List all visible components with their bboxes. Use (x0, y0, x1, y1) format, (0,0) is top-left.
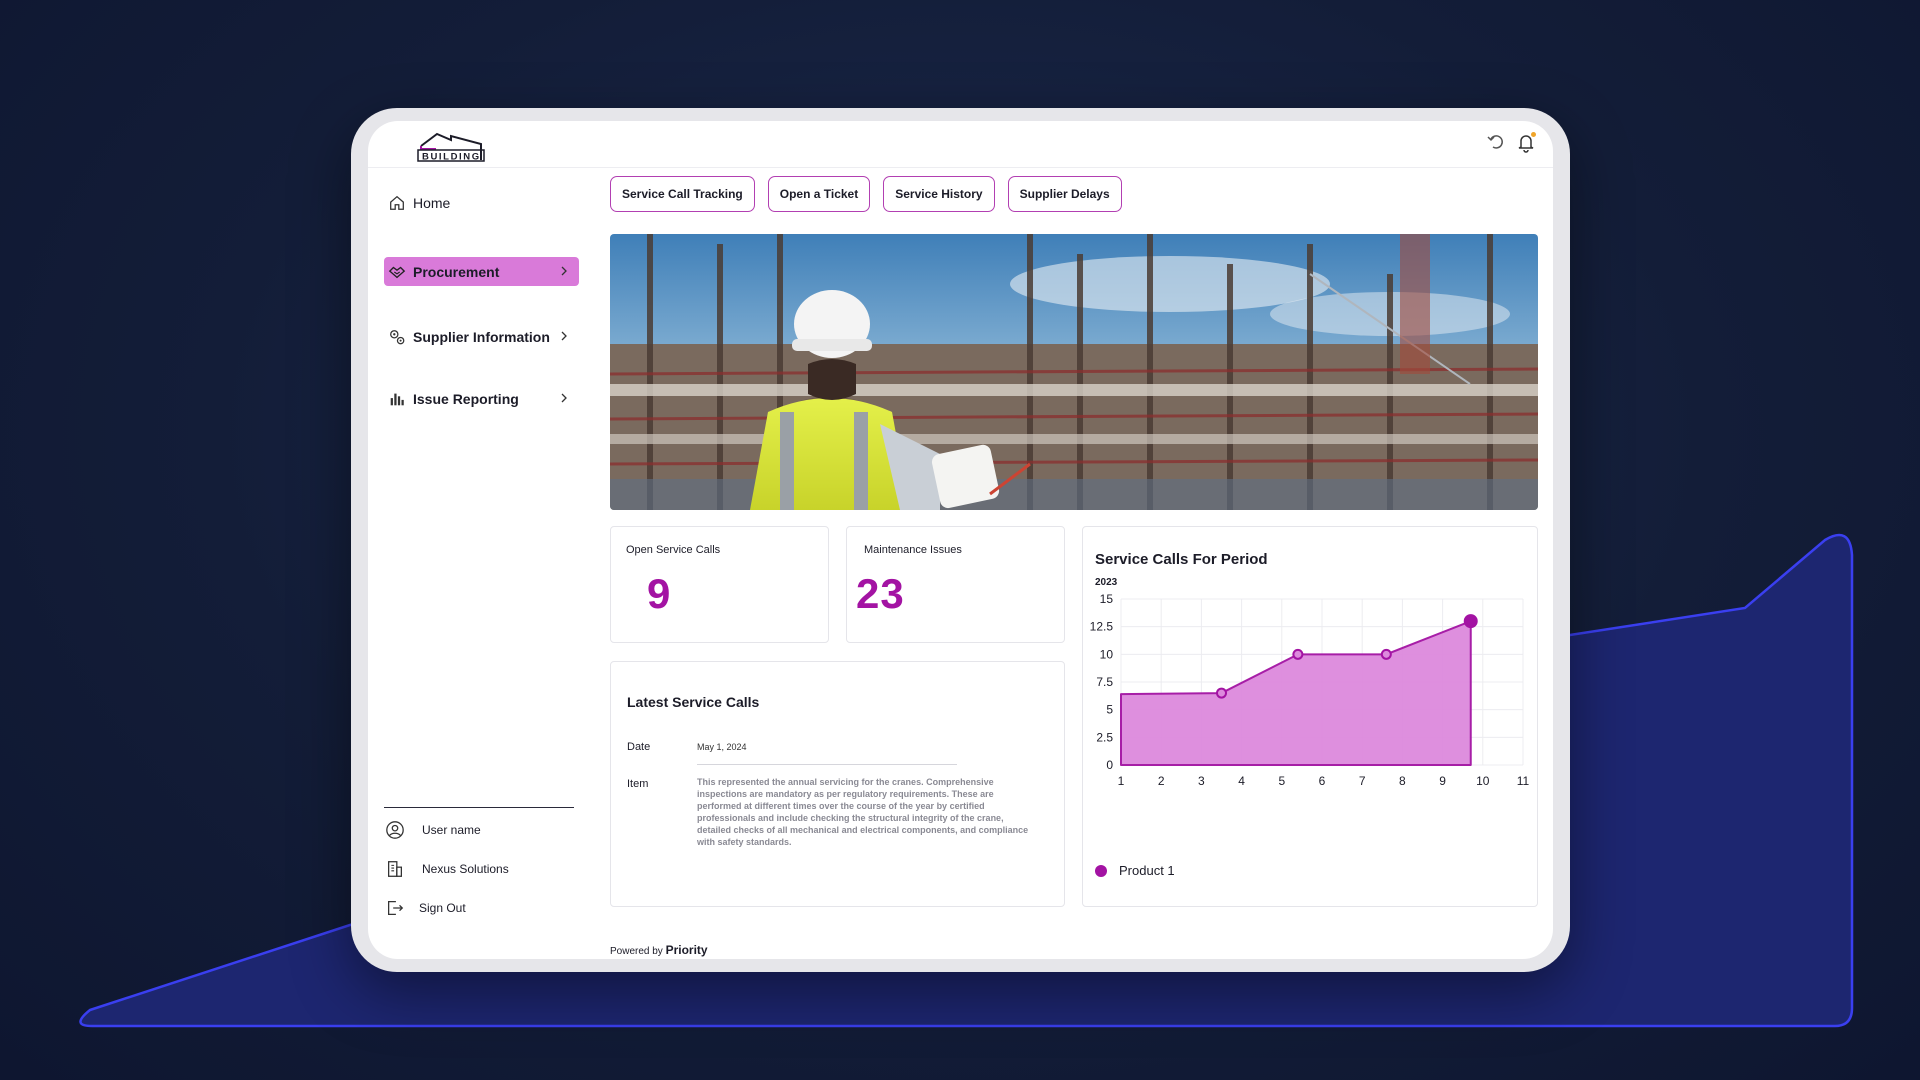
kpi-card-open-service-calls: Open Service Calls 9 (610, 526, 829, 643)
sidebar-item-label: Supplier Information (413, 328, 550, 345)
legend-label: Product 1 (1119, 863, 1175, 878)
undo-icon[interactable] (1485, 131, 1507, 153)
chevron-right-icon (561, 331, 567, 341)
x-tick-label: 2 (1158, 774, 1165, 788)
kpi-label: Open Service Calls (626, 544, 721, 556)
tab-bar: Service Call Tracking Open a Ticket Serv… (610, 176, 1122, 212)
chevron-right-icon (561, 266, 567, 276)
logo-text: BUILDING (422, 152, 481, 163)
bar-chart-icon (387, 389, 407, 409)
sidebar-item-label: Procurement (413, 263, 500, 280)
x-tick-label: 3 (1198, 774, 1205, 788)
y-tick-label: 12.5 (1090, 620, 1114, 634)
powered-by-prefix: Powered by (610, 946, 663, 957)
sidebar-item-label: Issue Reporting (413, 390, 519, 407)
x-tick-label: 6 (1319, 774, 1326, 788)
kpi-value: 23 (856, 570, 905, 617)
sidebar-item-procurement[interactable]: Procurement (384, 257, 579, 286)
app-screen: BUILDING Home Procurement Supplier Infor… (368, 121, 1553, 959)
x-tick-label: 4 (1238, 774, 1245, 788)
sidebar-divider (384, 807, 574, 808)
notification-dot (1531, 132, 1536, 137)
user-circle-icon (384, 819, 406, 841)
sidebar-item-label: Home (413, 194, 451, 211)
sidebar-footer-company[interactable]: Nexus Solutions (384, 858, 509, 880)
sign-out-label: Sign Out (419, 901, 466, 915)
kpi-card-maintenance-issues: Maintenance Issues 23 (846, 526, 1065, 643)
sidebar-item-supplier-information[interactable]: Supplier Information (384, 322, 579, 351)
item-label: Item (627, 778, 649, 790)
y-tick-label: 7.5 (1096, 675, 1113, 689)
tablet-frame: BUILDING Home Procurement Supplier Infor… (351, 108, 1570, 972)
sidebar-footer-user[interactable]: User name (384, 819, 481, 841)
row-divider (697, 764, 957, 765)
home-icon (387, 193, 407, 213)
sidebar-item-home[interactable]: Home (384, 188, 579, 217)
y-tick-label: 15 (1100, 592, 1114, 606)
gears-icon (387, 327, 407, 347)
date-value: May 1, 2024 (697, 742, 747, 752)
sign-out-icon (384, 897, 406, 919)
x-tick-label: 9 (1439, 774, 1446, 788)
series-area (1120, 620, 1472, 766)
building-icon (384, 858, 406, 880)
service-calls-chart-card: Service Calls For Period 2023 0 2.5 5 7.5 10… (1082, 526, 1538, 907)
service-calls-area-chart: 0 2.5 5 7.5 10 12.5 15 1 2 3 4 5 6 7 8 9 10 11 (1090, 592, 1530, 788)
latest-service-calls-title: Latest Service Calls (627, 694, 760, 710)
date-label: Date (627, 741, 651, 753)
building-logo[interactable]: BUILDING (415, 126, 487, 164)
x-tick-label: 8 (1399, 774, 1406, 788)
tab-service-history[interactable]: Service History (883, 176, 995, 212)
priority-brand: Priority (665, 943, 708, 957)
top-bar: BUILDING (368, 121, 1553, 168)
data-point (1380, 648, 1392, 660)
y-tick-label: 2.5 (1096, 730, 1113, 744)
chevron-right-icon (561, 393, 567, 403)
powered-by: Powered by Priority (610, 943, 708, 957)
x-tick-label: 11 (1517, 774, 1530, 788)
data-point (1292, 648, 1304, 660)
user-name-label: User name (422, 823, 481, 837)
company-name-label: Nexus Solutions (422, 862, 509, 876)
latest-service-calls-card: Latest Service Calls Date May 1, 2024 It… (610, 661, 1065, 907)
x-tick-label: 10 (1476, 774, 1490, 788)
x-tick-label: 1 (1118, 774, 1125, 788)
y-tick-label: 5 (1106, 703, 1113, 717)
chart-legend[interactable]: Product 1 (1095, 863, 1175, 878)
item-description: This represented the annual servicing fo… (697, 777, 1029, 847)
y-tick-label: 0 (1106, 758, 1113, 772)
chart-title: Service Calls For Period (1095, 551, 1268, 568)
tab-supplier-delays[interactable]: Supplier Delays (1007, 176, 1122, 212)
sidebar-footer-sign-out[interactable]: Sign Out (384, 897, 466, 919)
hero-image-construction-worker (610, 234, 1538, 510)
x-tick-label: 7 (1359, 774, 1366, 788)
y-tick-label: 10 (1100, 647, 1114, 661)
data-point (1463, 614, 1478, 629)
tab-open-a-ticket[interactable]: Open a Ticket (767, 176, 871, 212)
kpi-value: 9 (647, 570, 672, 617)
bell-icon[interactable] (1515, 131, 1537, 153)
kpi-label: Maintenance Issues (864, 544, 962, 556)
handshake-icon (387, 262, 407, 282)
sidebar-item-issue-reporting[interactable]: Issue Reporting (384, 384, 579, 413)
legend-swatch (1095, 864, 1107, 877)
x-tick-label: 5 (1278, 774, 1285, 788)
tab-service-call-tracking[interactable]: Service Call Tracking (610, 176, 755, 212)
data-point (1216, 687, 1227, 699)
